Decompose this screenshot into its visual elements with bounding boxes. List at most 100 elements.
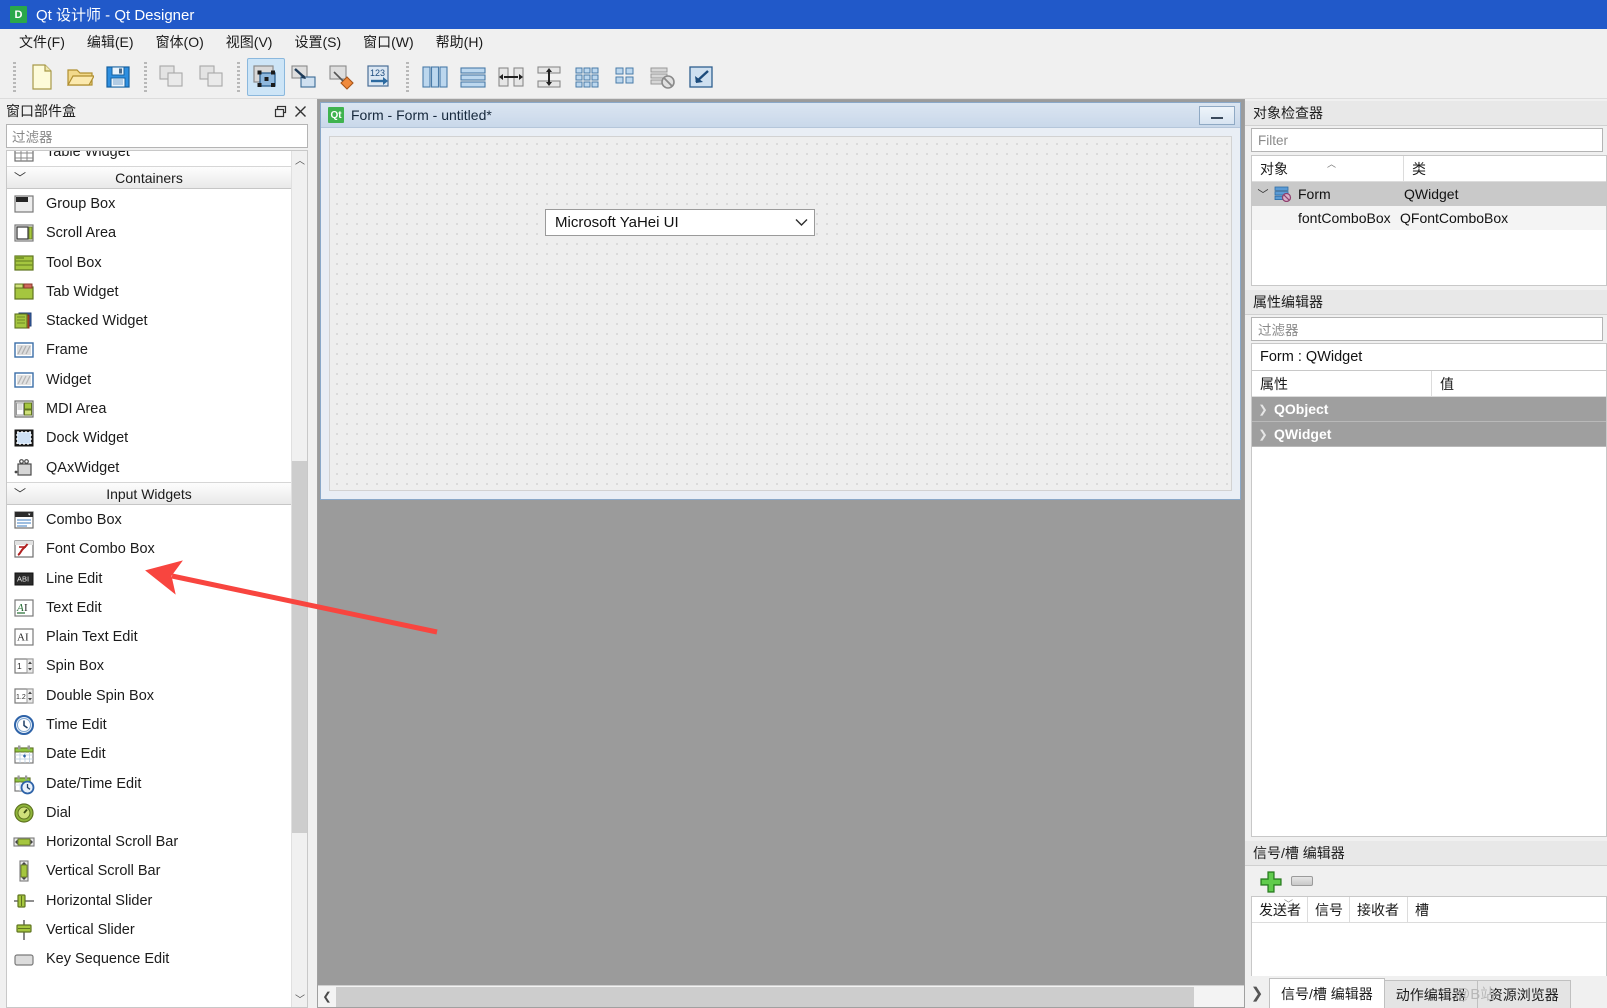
expand-chevron-icon[interactable]: ❯ xyxy=(1252,403,1274,416)
menu-window[interactable]: 窗口(W) xyxy=(352,29,425,55)
widget-item-tool-box[interactable]: Tool Box xyxy=(7,248,291,277)
object-tree-row-fontcombobox[interactable]: fontComboBox QFontComboBox xyxy=(1252,206,1606,230)
signal-column-header[interactable]: 信号 xyxy=(1308,897,1350,922)
new-file-button[interactable] xyxy=(23,58,61,96)
class-column-header[interactable]: 类 xyxy=(1404,156,1606,182)
layout-splitter-horizontal-button[interactable] xyxy=(492,58,530,96)
object-inspector-filter-input[interactable]: Filter xyxy=(1251,128,1603,152)
widget-item-vertical-slider[interactable]: Vertical Slider xyxy=(7,915,291,944)
property-group-qwidget[interactable]: ❯ QWidget xyxy=(1252,422,1606,447)
widget-item-font-combo-box[interactable]: Font Combo Box xyxy=(7,535,291,564)
save-button[interactable] xyxy=(99,58,137,96)
tab-signal-slot-editor[interactable]: 信号/槽 编辑器 xyxy=(1269,978,1385,1008)
hscroll-track[interactable] xyxy=(336,986,1244,1008)
widget-item-tab-widget[interactable]: Tab Widget xyxy=(7,277,291,306)
object-inspector-tree[interactable]: 对象 类 ︿ ﹀ Form QWidget fontComboBox QFont… xyxy=(1251,155,1607,286)
widget-box-list[interactable]: Table Widget ﹀ Containers Group Box Scroll A… xyxy=(7,151,291,1007)
widget-item-vertical-scroll-bar[interactable]: Vertical Scroll Bar xyxy=(7,857,291,886)
tabbar-scroll-arrow[interactable]: ❯ xyxy=(1245,978,1269,1008)
plus-icon[interactable] xyxy=(1259,870,1282,893)
form-minimize-button[interactable] xyxy=(1199,105,1235,125)
widget-item-plain-text-edit[interactable]: AI Plain Text Edit xyxy=(7,622,291,651)
menu-file[interactable]: 文件(F) xyxy=(8,29,76,55)
receiver-column-header[interactable]: 接收者 xyxy=(1350,897,1408,922)
widget-item-scroll-area[interactable]: Scroll Area xyxy=(7,219,291,248)
menu-settings[interactable]: 设置(S) xyxy=(283,29,352,55)
widget-item-widget[interactable]: Widget xyxy=(7,365,291,394)
widget-item-label: QAxWidget xyxy=(46,459,120,476)
edit-signals-slots-button[interactable] xyxy=(285,58,323,96)
tab-action-editor[interactable]: 动作编辑器 xyxy=(1383,980,1478,1008)
widget-item-qaxwidget[interactable]: QAxWidget xyxy=(7,453,291,482)
edit-widgets-button[interactable] xyxy=(247,57,285,96)
widget-item-date-time-edit[interactable]: Date/Time Edit xyxy=(7,769,291,798)
edit-tab-order-button[interactable]: 123 xyxy=(361,58,399,96)
layout-splitter-vertical-button[interactable] xyxy=(530,58,568,96)
font-combo-box-widget[interactable]: Microsoft YaHei UI xyxy=(545,209,815,236)
redo-button[interactable] xyxy=(192,58,230,96)
widget-item-dial[interactable]: Dial xyxy=(7,798,291,827)
expand-chevron-icon[interactable]: ❯ xyxy=(1252,428,1274,441)
menu-view[interactable]: 视图(V) xyxy=(215,29,284,55)
form-canvas[interactable]: Microsoft YaHei UI xyxy=(329,136,1232,491)
widget-item-frame[interactable]: Frame xyxy=(7,336,291,365)
value-column-header[interactable]: 值 xyxy=(1432,371,1606,396)
property-column-header[interactable]: 属性 xyxy=(1252,371,1432,396)
scrollbar-thumb[interactable] xyxy=(292,461,307,833)
font-combo-box-icon xyxy=(13,538,35,560)
widget-item-table-widget[interactable]: Table Widget xyxy=(7,151,291,166)
widget-category-input-widgets[interactable]: ﹀ Input Widgets xyxy=(7,482,291,506)
close-icon[interactable] xyxy=(290,102,310,120)
hscroll-thumb[interactable] xyxy=(336,986,1194,1007)
open-folder-button[interactable] xyxy=(61,58,99,96)
widget-item-spin-box[interactable]: 1 Spin Box xyxy=(7,652,291,681)
edit-buddies-button[interactable] xyxy=(323,58,361,96)
widget-item-dock-widget[interactable]: Dock Widget xyxy=(7,424,291,453)
expand-chevron-icon[interactable]: ﹀ xyxy=(1252,186,1274,202)
qax-widget-icon xyxy=(13,457,35,479)
layout-vertically-button[interactable] xyxy=(454,58,492,96)
right-dock: 对象检查器 Filter 对象 类 ︿ ﹀ Form QWidget fontC… xyxy=(1245,99,1607,1008)
widget-item-time-edit[interactable]: Time Edit xyxy=(7,710,291,739)
property-editor-title: 属性编辑器 xyxy=(1245,290,1607,315)
layout-horizontally-button[interactable] xyxy=(416,58,454,96)
widget-item-double-spin-box[interactable]: 1.2 Double Spin Box xyxy=(7,681,291,710)
widget-item-mdi-area[interactable]: MDI Area xyxy=(7,394,291,423)
break-layout-button[interactable] xyxy=(644,58,682,96)
widget-item-group-box[interactable]: Group Box xyxy=(7,189,291,218)
widget-item-key-sequence-edit[interactable]: Key Sequence Edit xyxy=(7,945,291,974)
menu-help[interactable]: 帮助(H) xyxy=(425,29,494,55)
undo-button[interactable] xyxy=(154,58,192,96)
property-editor-table[interactable]: 属性 值 ❯ QObject ❯ QWidget xyxy=(1251,370,1607,837)
sender-column-header[interactable]: 发送者 xyxy=(1252,897,1308,922)
property-editor-filter-input[interactable]: 过滤器 xyxy=(1251,317,1603,341)
form-mdi-window: Qt Form - Form - untitled* Microsoft YaH… xyxy=(320,102,1241,500)
scroll-up-arrow[interactable]: ︿ xyxy=(292,151,307,168)
menu-form[interactable]: 窗体(O) xyxy=(145,29,215,55)
layout-grid-button[interactable] xyxy=(568,58,606,96)
restore-icon[interactable] xyxy=(270,102,290,120)
minus-icon[interactable] xyxy=(1291,876,1313,886)
adjust-size-button[interactable] xyxy=(682,58,720,96)
widget-item-stacked-widget[interactable]: Stacked Widget xyxy=(7,306,291,335)
menu-edit[interactable]: 编辑(E) xyxy=(76,29,145,55)
hscroll-left-arrow[interactable]: ❮ xyxy=(318,986,336,1008)
slot-column-header[interactable]: 槽 xyxy=(1408,897,1606,922)
widget-item-horizontal-slider[interactable]: Horizontal Slider xyxy=(7,886,291,915)
scroll-down-arrow[interactable]: ﹀ xyxy=(292,990,307,1007)
widget-item-combo-box[interactable]: Combo Box xyxy=(7,505,291,534)
widget-box-filter-input[interactable]: 过滤器 xyxy=(6,124,308,148)
widget-item-line-edit[interactable]: ABI Line Edit xyxy=(7,564,291,593)
tab-resource-browser[interactable]: 资源浏览器 xyxy=(1476,980,1571,1008)
layout-form-button[interactable] xyxy=(606,58,644,96)
property-group-qobject[interactable]: ❯ QObject xyxy=(1252,397,1606,422)
widget-item-label: Group Box xyxy=(46,195,116,212)
object-tree-row-form[interactable]: ﹀ Form QWidget xyxy=(1252,182,1606,206)
widget-item-horizontal-scroll-bar[interactable]: Horizontal Scroll Bar xyxy=(7,828,291,857)
widget-item-date-edit[interactable]: Date Edit xyxy=(7,740,291,769)
widget-box-scrollbar[interactable]: ︿ ﹀ xyxy=(291,151,307,1007)
widget-category-containers[interactable]: ﹀ Containers xyxy=(7,166,291,190)
object-inspector-title: 对象检查器 xyxy=(1245,101,1607,126)
widget-item-text-edit[interactable]: A I Text Edit xyxy=(7,593,291,622)
form-horizontal-scrollbar[interactable]: ❮ xyxy=(318,985,1244,1007)
